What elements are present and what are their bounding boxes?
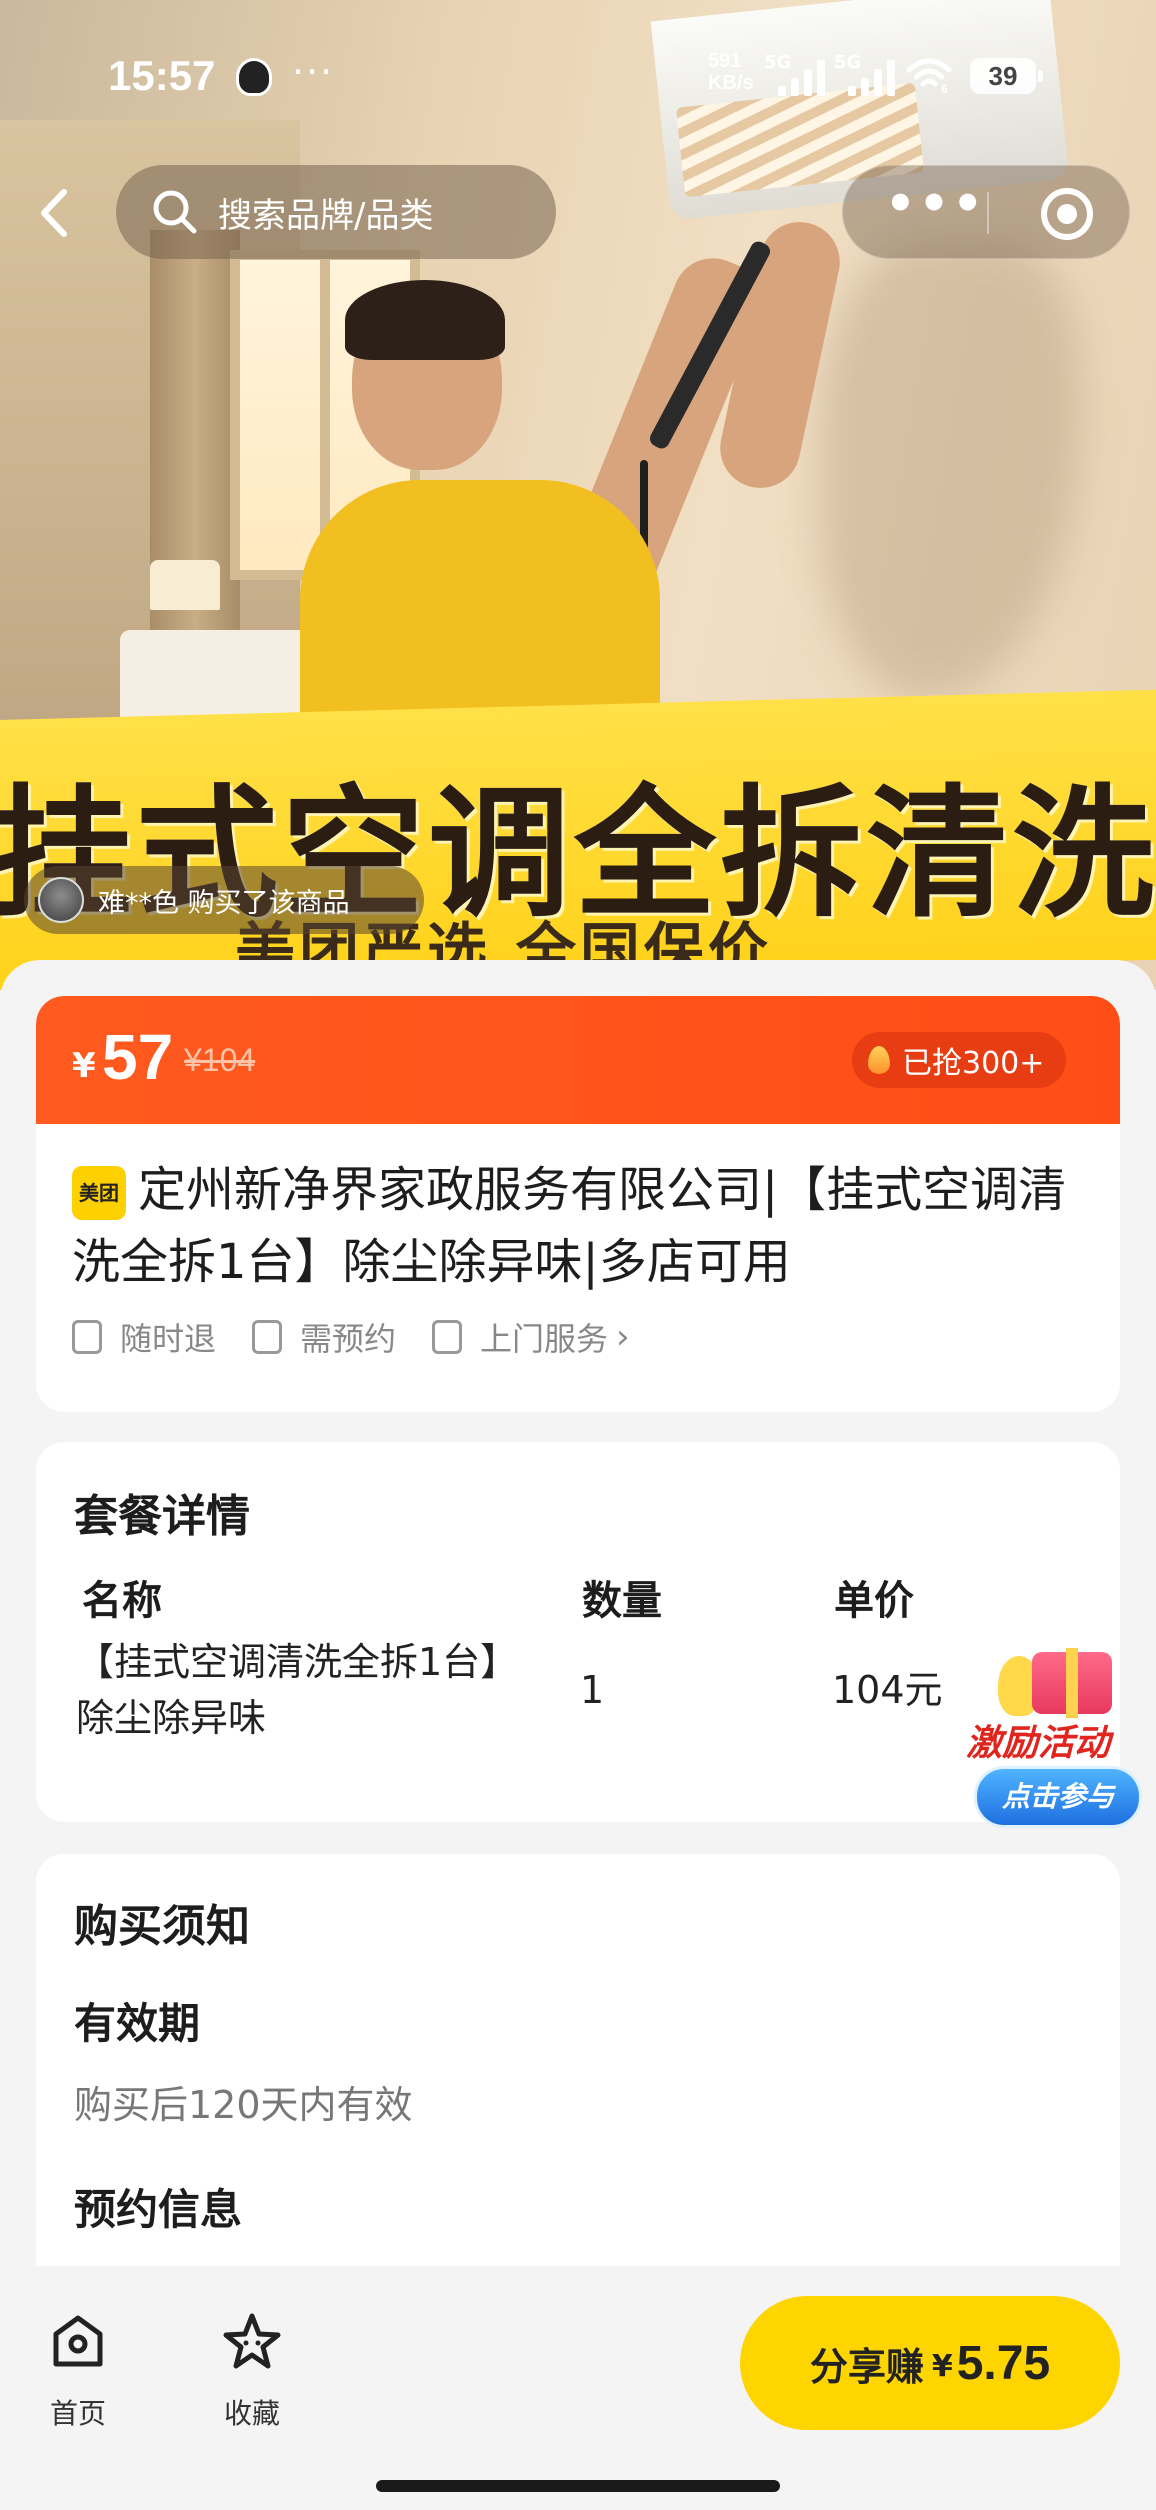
signal-icon (778, 58, 828, 96)
service-tags[interactable]: 随时退 需预约 上门服务 › (72, 1314, 666, 1360)
avatar (38, 877, 84, 923)
tag-refund-anytime: 随时退 (72, 1314, 216, 1360)
booking-info-label: 预约信息 (74, 2185, 243, 2234)
validity-value: 购买后120天内有效 (74, 2083, 413, 2127)
sale-price: 57 (102, 1021, 174, 1093)
package-item-price: 104元 (832, 1668, 943, 1712)
product-title: 美团 定州新净界家政服务有限公司|【挂式空调清洗全拆1台】除尘除异味|多店可用 (72, 1154, 1092, 1298)
currency-symbol: ¥ (72, 1046, 96, 1086)
join-now-button[interactable]: 点击参与 (974, 1766, 1142, 1828)
status-time: 15:57 (108, 52, 216, 99)
recent-buyer-toast: 难**色 购买了该商品 (24, 866, 424, 934)
meituan-badge: 美团 (72, 1166, 126, 1220)
network-speed: 591 KB/s (708, 50, 754, 94)
column-unit-price: 单价 (834, 1578, 914, 1624)
tag-home-service: 上门服务 › (432, 1314, 630, 1360)
share-earn-button[interactable]: 分享赚 ¥ 5.75 (740, 2296, 1120, 2430)
search-placeholder: 搜索品牌/品类 (218, 195, 434, 236)
back-icon[interactable] (28, 168, 98, 258)
mini-program-capsule: ••• (842, 165, 1130, 259)
more-menu-icon[interactable]: ••• (885, 180, 986, 228)
home-icon (53, 2315, 103, 2367)
share-earn-amount: 5.75 (956, 2336, 1051, 2390)
calendar-check-icon (252, 1320, 283, 1354)
signal-icon-2 (848, 58, 898, 96)
tag-reservation-required: 需预约 (252, 1314, 396, 1360)
battery-icon: 39 (970, 58, 1043, 94)
door-icon (432, 1320, 463, 1354)
tab-favorite-label: 收藏 (223, 2397, 280, 2430)
tab-home-label: 首页 (49, 2397, 106, 2430)
search-bar[interactable]: 搜索品牌/品类 (116, 165, 556, 259)
column-name: 名称 (82, 1578, 162, 1624)
fire-icon (868, 1046, 890, 1074)
more-notifications-icon: ··· (292, 50, 335, 94)
search-icon (153, 190, 197, 234)
status-bar: 15:57 ··· 591 KB/s 5G 5G 6 39 (0, 0, 1156, 150)
purchase-notice-card: 购买须知 有效期 购买后120天内有效 预约信息 (36, 1854, 1120, 2274)
recent-buyer-text: 难**色 购买了该商品 (98, 887, 350, 919)
product-card: ¥ 57 ¥104 已抢300+ 美团 定州新净界家政服务有限公司|【挂式空调清洗… (36, 996, 1120, 1412)
purchase-notice-heading: 购买须知 (74, 1901, 250, 1952)
incentive-activity-title: 激励活动 (966, 1723, 1111, 1764)
star-icon (223, 2313, 281, 2369)
home-indicator[interactable] (376, 2480, 780, 2492)
chevron-right-icon: › (616, 1317, 630, 1357)
package-heading: 套餐详情 (74, 1491, 250, 1542)
svg-text:6: 6 (941, 82, 948, 94)
column-quantity: 数量 (582, 1578, 662, 1624)
package-item-name: 【挂式空调清洗全拆1台】 除尘除异味 (76, 1640, 519, 1740)
qq-notification-icon (236, 58, 272, 96)
close-mini-program-icon[interactable] (1041, 188, 1093, 240)
product-title-text: 定州新净界家政服务有限公司|【挂式空调清洗全拆1台】除尘除异味|多店可用 (72, 1162, 1067, 1290)
document-icon (72, 1320, 102, 1354)
bottom-action-bar: 首页 收藏 分享赚 ¥ 5.75 (0, 2266, 1156, 2510)
tab-favorite[interactable]: 收藏 (192, 2310, 312, 2432)
validity-label: 有效期 (74, 1999, 201, 2048)
share-currency: ¥ (931, 2348, 953, 2384)
tab-home[interactable]: 首页 (18, 2310, 138, 2432)
gift-icon (1032, 1648, 1112, 1718)
price-bar: ¥ 57 ¥104 已抢300+ (36, 996, 1120, 1124)
share-earn-label: 分享赚 (809, 2344, 924, 2389)
sold-count-badge: 已抢300+ (852, 1032, 1067, 1088)
incentive-activity-widget[interactable]: 激励活动 点击参与 (962, 1646, 1152, 1836)
package-details-card: 套餐详情 名称 数量 单价 【挂式空调清洗全拆1台】 除尘除异味 1 104元 (36, 1442, 1120, 1822)
original-price: ¥104 (184, 1042, 256, 1078)
sold-count-text: 已抢300+ (902, 1046, 1045, 1081)
package-item-quantity: 1 (580, 1668, 605, 1712)
wifi-icon: 6 (906, 58, 952, 94)
